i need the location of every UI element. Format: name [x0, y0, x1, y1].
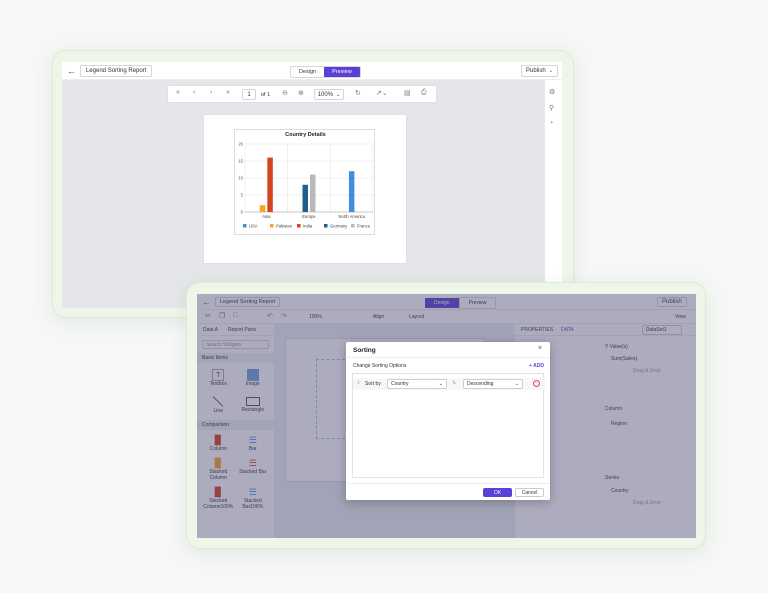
x-tick-label: Europe [302, 214, 316, 219]
bar-usa [348, 171, 355, 212]
zoom-in-icon[interactable]: ⊕ [298, 89, 304, 97]
dashboard-icon[interactable]: ◔ [549, 120, 553, 127]
drag-handle-icon[interactable]: ↕ [357, 380, 360, 386]
legend-swatch [351, 224, 355, 228]
legend-swatch [243, 224, 247, 228]
tab-preview[interactable]: Preview [324, 67, 360, 77]
legend-label: Pakistan [276, 224, 293, 229]
next-page-icon[interactable]: › [210, 89, 212, 96]
add-sort-button[interactable]: + ADD [529, 363, 544, 369]
sort-order-select[interactable]: Descending ⌄ [463, 379, 523, 389]
y-tick-label: 15 [238, 159, 243, 164]
designer-window: ← Legend Sorting Report Design Preview P… [197, 294, 696, 538]
right-toolbar: ⚙ ⚲ ◔ [544, 80, 562, 308]
ok-button[interactable]: OK [483, 488, 512, 497]
order-toggle-icon[interactable]: ⇅ [452, 380, 456, 386]
preview-canvas: « ‹ › » 1 of 1 ⊖ ⊕ 100% ⌄ ↻ ↗⌄ ▤ ⎙ Count [62, 80, 544, 308]
publish-button[interactable]: Publish ⌄ [521, 65, 558, 77]
publish-label: Publish [526, 68, 546, 74]
bar-france [310, 174, 316, 212]
x-tick-label: North America [338, 214, 365, 219]
close-icon[interactable]: × [538, 345, 542, 352]
bar-germany [302, 184, 308, 212]
legend-label: France [357, 224, 371, 229]
pager-toolbar: « ‹ › » 1 of 1 ⊖ ⊕ 100% ⌄ ↻ ↗⌄ ▤ ⎙ [167, 85, 437, 103]
cancel-button[interactable]: Cancel [515, 488, 544, 497]
report-page: Country Details 0 5 10 15 20 Asia Europe North … [204, 115, 406, 263]
x-tick-label: Asia [262, 214, 271, 219]
sorting-dialog: Sorting × Change Sorting Options + ADD ↕… [346, 342, 550, 500]
chart-plot: 0 5 10 15 20 Asia Europe North America USA Pakist… [238, 142, 374, 229]
chevron-down-icon: ⌄ [514, 381, 519, 387]
y-tick-label: 5 [241, 193, 244, 198]
prev-page-icon[interactable]: ‹ [193, 89, 195, 96]
export-icon[interactable]: ↗⌄ [376, 89, 388, 97]
search-icon[interactable]: ⚲ [549, 104, 554, 112]
zoom-value: 100% [317, 91, 334, 98]
page-number-input[interactable]: 1 [242, 89, 256, 100]
y-tick-label: 0 [241, 210, 244, 215]
sort-options-area: ↕ Sort by Country ⌄ ⇅ Descending ⌄ − [352, 373, 545, 478]
dialog-subtitle: Change Sorting Options [353, 363, 407, 369]
print-icon[interactable]: ⎙ [421, 89, 427, 97]
y-tick-label: 20 [238, 142, 243, 147]
y-tick-label: 10 [238, 176, 243, 181]
preview-window-frame: ← Legend Sorting Report Design Preview P… [52, 50, 574, 318]
designer-window-frame: ← Legend Sorting Report Design Preview P… [186, 282, 706, 549]
first-page-icon[interactable]: « [176, 89, 180, 96]
legend-swatch [297, 224, 301, 228]
legend-swatch [270, 224, 274, 228]
zoom-out-icon[interactable]: ⊖ [282, 89, 288, 97]
settings-icon[interactable]: ⚙ [549, 88, 555, 96]
chevron-down-icon: ⌄ [336, 91, 341, 98]
chevron-down-icon: ⌄ [438, 381, 443, 387]
view-mode-tabs: Design Preview [290, 66, 361, 78]
top-toolbar: ← Legend Sorting Report Design Preview P… [62, 62, 562, 80]
sort-rule-row: ↕ Sort by Country ⌄ ⇅ Descending ⌄ − [353, 378, 545, 390]
legend-swatch [324, 224, 328, 228]
legend-label: Germany [330, 224, 348, 229]
tab-design[interactable]: Design [291, 67, 325, 77]
remove-rule-icon[interactable]: − [533, 380, 540, 387]
report-name[interactable]: Legend Sorting Report [80, 65, 153, 77]
last-page-icon[interactable]: » [226, 89, 230, 96]
zoom-select[interactable]: 100% ⌄ [314, 89, 344, 100]
page-setup-icon[interactable]: ▤ [404, 89, 411, 97]
refresh-icon[interactable]: ↻ [355, 89, 361, 97]
preview-window: ← Legend Sorting Report Design Preview P… [62, 62, 562, 308]
bar-india [267, 157, 273, 212]
sort-by-label: Sort by [365, 381, 381, 387]
chevron-down-icon: ⌄ [548, 68, 553, 74]
legend-label: USA [249, 224, 258, 229]
sort-field-select[interactable]: Country ⌄ [387, 379, 447, 389]
country-chart[interactable]: Country Details 0 5 10 15 20 Asia Europe North … [234, 129, 375, 235]
bar-pakistan [259, 205, 266, 212]
dialog-title: Sorting [353, 347, 376, 354]
page-count: of 1 [261, 92, 271, 98]
back-arrow-icon[interactable]: ← [67, 66, 76, 76]
legend-label: India [303, 224, 313, 229]
